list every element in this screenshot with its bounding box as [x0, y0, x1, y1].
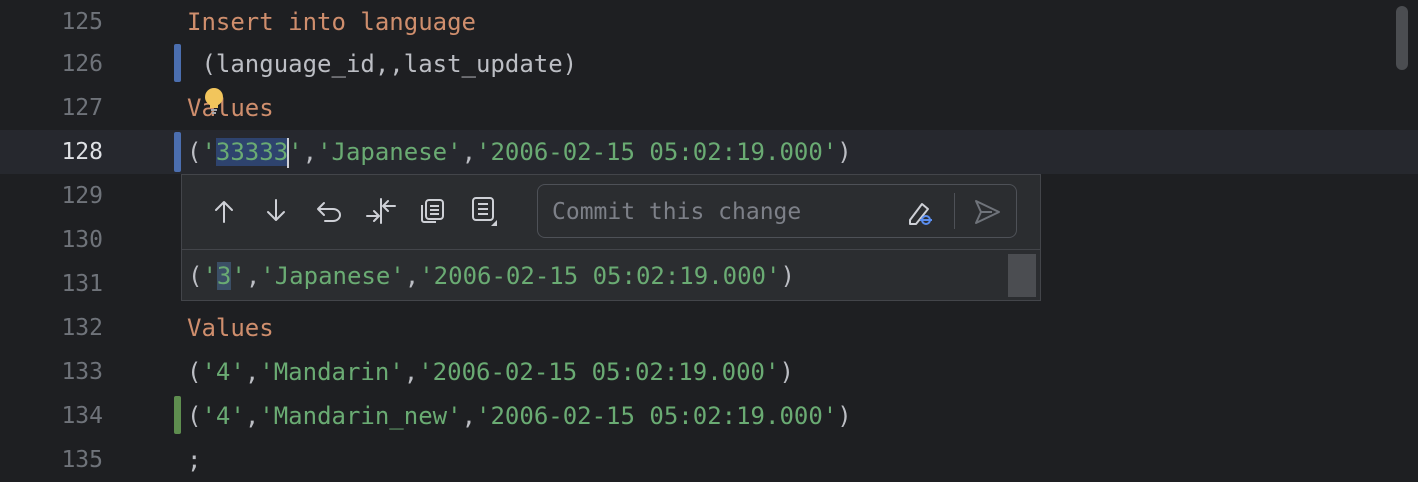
code-token: '	[202, 262, 217, 290]
show-diff-options-icon	[472, 197, 497, 226]
commit-message-box	[537, 184, 1017, 238]
code-token: 'Mandarin'	[259, 358, 404, 386]
line-number: 129	[61, 183, 103, 209]
code-token: (	[187, 402, 202, 430]
code-line[interactable]: 126 (language_id,,last_update)	[0, 42, 1418, 86]
code-line[interactable]: 133 ('4','Mandarin','2006-02-15 05:02:19…	[0, 350, 1418, 394]
next-change-button[interactable]	[259, 194, 293, 228]
code-token: (	[188, 262, 203, 290]
code-text[interactable]: (language_id,,last_update)	[187, 42, 577, 86]
code-line-current[interactable]: 128 ('33333','Japanese','2006-02-15 05:0…	[0, 130, 1418, 174]
compare-button[interactable]	[364, 194, 398, 228]
line-number: 131	[61, 271, 103, 297]
separator	[954, 193, 955, 229]
code-text[interactable]: Insert into language	[187, 0, 476, 44]
modified-line-marker[interactable]	[174, 44, 181, 82]
code-token: ,	[245, 262, 261, 290]
code-token: )	[779, 358, 794, 386]
code-text[interactable]: ('33333','Japanese','2006-02-15 05:02:19…	[187, 130, 852, 174]
popup-scrollbar[interactable]	[1008, 254, 1036, 297]
code-text[interactable]: ;	[187, 438, 201, 482]
line-number: 127	[61, 95, 103, 121]
code-text[interactable]: Values	[187, 306, 274, 350]
code-token: )	[837, 402, 852, 430]
selected-text[interactable]: 33333	[215, 138, 289, 166]
rollback-button[interactable]	[312, 194, 346, 228]
show-diff-options-button[interactable]	[468, 194, 502, 228]
compare-icon	[366, 198, 396, 224]
code-token: ,	[244, 402, 260, 430]
code-token: (	[187, 138, 202, 166]
line-number: 128	[61, 139, 103, 165]
line-number: 133	[61, 359, 103, 385]
code-token: )	[780, 262, 795, 290]
code-token: 'Mandarin_new'	[259, 402, 462, 430]
arrow-down-icon	[267, 199, 285, 221]
code-token: 'Japanese'	[260, 262, 405, 290]
commit-message-input[interactable]	[550, 191, 894, 233]
diff-preview-popup: ('3','Japanese','2006-02-15 05:02:19.000…	[181, 174, 1041, 301]
code-line[interactable]: 132 Values	[0, 306, 1418, 350]
modified-line-marker[interactable]	[174, 132, 181, 172]
code-token: '	[231, 262, 246, 290]
code-token: (	[187, 358, 202, 386]
edit-pencil-icon[interactable]	[906, 198, 934, 226]
code-line[interactable]: 135 ;	[0, 438, 1418, 482]
code-token: ,	[461, 402, 477, 430]
code-token: '	[288, 138, 303, 166]
lightbulb-icon[interactable]	[203, 87, 225, 117]
code-text[interactable]: ('4','Mandarin','2006-02-15 05:02:19.000…	[187, 350, 794, 394]
code-token: ,	[244, 358, 260, 386]
copy-icon	[421, 199, 444, 223]
code-editor[interactable]: 125 Insert into language 126 (language_i…	[0, 0, 1418, 480]
copy-button[interactable]	[415, 194, 449, 228]
code-token: '4'	[201, 358, 245, 386]
code-token: '2006-02-15 05:02:19.000'	[419, 262, 781, 290]
line-number: 130	[61, 227, 103, 253]
send-icon[interactable]	[972, 197, 1002, 227]
arrow-up-icon	[215, 201, 233, 223]
code-text[interactable]: Values	[187, 86, 274, 130]
changed-text: 3	[216, 262, 232, 290]
code-token: '4'	[201, 402, 245, 430]
code-token: ,	[403, 358, 419, 386]
code-line[interactable]: 134 ('4','Mandarin_new','2006-02-15 05:0…	[0, 394, 1418, 438]
code-token: 'Japanese'	[317, 138, 462, 166]
previous-version-line[interactable]: ('3','Japanese','2006-02-15 05:02:19.000…	[188, 251, 795, 301]
line-number: 134	[61, 403, 103, 429]
added-line-marker[interactable]	[174, 396, 181, 434]
line-number: 135	[61, 447, 103, 473]
code-token: )	[837, 138, 852, 166]
code-token: '	[201, 138, 216, 166]
line-number: 126	[61, 51, 103, 77]
diff-toolbar	[182, 175, 1040, 250]
code-text[interactable]: ('4','Mandarin_new','2006-02-15 05:02:19…	[187, 394, 852, 438]
rollback-icon	[317, 202, 341, 222]
code-token: ,	[404, 262, 420, 290]
code-token: '2006-02-15 05:02:19.000'	[418, 358, 780, 386]
line-number: 125	[61, 9, 103, 35]
code-token: '2006-02-15 05:02:19.000'	[476, 402, 838, 430]
code-token: ,	[302, 138, 318, 166]
code-token: '2006-02-15 05:02:19.000'	[476, 138, 838, 166]
code-line[interactable]: 125 Insert into language	[0, 0, 1418, 44]
line-number: 132	[61, 315, 103, 341]
vertical-scrollbar[interactable]	[1396, 6, 1408, 70]
code-token: ,	[461, 138, 477, 166]
previous-change-button[interactable]	[207, 194, 241, 228]
